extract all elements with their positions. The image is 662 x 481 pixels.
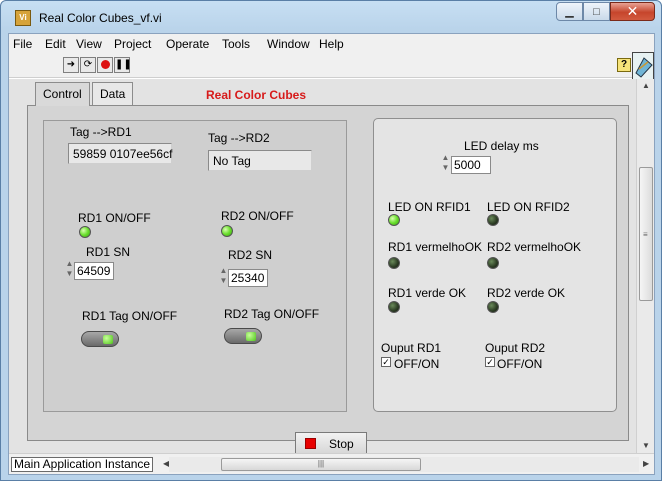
led-on-rfid1-led: [388, 214, 400, 226]
vi-front-panel: File Edit View Project Operate Tools Win…: [8, 33, 655, 475]
output-rd2-checkbox[interactable]: ✓: [485, 357, 495, 367]
close-button[interactable]: ✕: [610, 2, 655, 21]
abort-execution-icon[interactable]: [97, 57, 113, 73]
stop-square-icon: [305, 438, 316, 449]
rd2-verde-label: RD2 verde OK: [487, 286, 566, 300]
rd2-onoff-label: RD2 ON/OFF: [221, 209, 294, 223]
menu-tools[interactable]: Tools: [222, 37, 250, 51]
rd1-verde-label: RD1 verde OK: [388, 286, 467, 300]
horizontal-scroll-thumb[interactable]: |||: [221, 458, 421, 471]
rd2-vermelho-label: RD2 vermelhoOK: [487, 240, 582, 254]
menu-edit[interactable]: Edit: [45, 37, 66, 51]
vertical-scroll-thumb[interactable]: ≡: [639, 167, 653, 301]
scroll-up-icon[interactable]: ▲: [642, 81, 650, 90]
stop-button[interactable]: Stop: [295, 432, 367, 455]
tab-control-body: Tag -->RD1 59859 0107ee56cf Tag -->RD2 N…: [27, 105, 629, 441]
rd1-vermelho-led: [388, 257, 400, 269]
menu-operate[interactable]: Operate: [166, 37, 209, 51]
title-bar[interactable]: Vi Real Color Cubes_vf.vi ▁ □ ✕: [1, 1, 661, 33]
menu-bar: File Edit View Project Operate Tools Win…: [9, 34, 654, 54]
rd2-vermelho-led: [487, 257, 499, 269]
rd1-onoff-label: RD1 ON/OFF: [78, 211, 151, 225]
window-controls: ▁ □ ✕: [556, 2, 655, 21]
labview-vi-icon: Vi: [15, 10, 31, 26]
menu-project[interactable]: Project: [114, 37, 151, 51]
menu-file[interactable]: File: [13, 37, 32, 51]
status-bar: Main Application Instance ◀ ||| ▶: [9, 453, 654, 474]
tab-control[interactable]: Control: [35, 82, 90, 106]
scroll-down-icon[interactable]: ▼: [642, 441, 650, 450]
rd1-sn-input[interactable]: 64509: [74, 262, 114, 280]
toolbar: ➜ ⟳ ❚❚ ?: [9, 52, 654, 80]
led-on-rfid1-label: LED ON RFID1: [388, 200, 471, 214]
window-title: Real Color Cubes_vf.vi: [39, 11, 162, 25]
output-rd2-check-label: OFF/ON: [497, 357, 543, 371]
led-on-rfid2-label: LED ON RFID2: [487, 200, 570, 214]
rd1-tag-toggle[interactable]: [81, 331, 119, 347]
led-delay-spinner[interactable]: ▲ ▼: [441, 153, 450, 175]
run-arrow-icon[interactable]: ➜: [63, 57, 79, 73]
rd2-tag-onoff-label: RD2 Tag ON/OFF: [224, 307, 320, 321]
led-delay-input[interactable]: 5000: [451, 156, 491, 174]
tag-rd2-label: Tag -->RD2: [208, 131, 270, 145]
rd1-tag-onoff-label: RD1 Tag ON/OFF: [82, 309, 178, 323]
vertical-scrollbar[interactable]: ▲ ≡ ▼: [636, 79, 654, 453]
scroll-right-icon[interactable]: ▶: [643, 459, 649, 468]
toggle-led-icon: [246, 332, 256, 341]
rd1-sn-spinner[interactable]: ▲ ▼: [65, 259, 74, 281]
output-rd1-label: Ouput RD1: [381, 341, 442, 355]
application-context[interactable]: Main Application Instance: [11, 457, 154, 472]
rd2-sn-label: RD2 SN: [228, 248, 273, 262]
maximize-button[interactable]: □: [583, 2, 610, 21]
rd1-onoff-led: [79, 226, 91, 238]
tag-rd2-indicator: No Tag: [208, 150, 312, 171]
tag-rd1-indicator: 59859 0107ee56cf: [68, 143, 172, 164]
labview-window: Vi Real Color Cubes_vf.vi ▁ □ ✕ File Edi…: [0, 0, 662, 481]
rd2-onoff-led: [221, 225, 233, 237]
help-icon[interactable]: ?: [617, 58, 631, 72]
rd2-sn-input[interactable]: 25340: [228, 269, 268, 287]
rd1-verde-led: [388, 301, 400, 313]
menu-help[interactable]: Help: [319, 37, 344, 51]
led-on-rfid2-led: [487, 214, 499, 226]
tag-rd1-label: Tag -->RD1: [70, 125, 132, 139]
output-rd2-label: Ouput RD2: [485, 341, 546, 355]
rd1-sn-label: RD1 SN: [86, 245, 131, 259]
run-continuously-icon[interactable]: ⟳: [80, 57, 96, 73]
rd1-vermelho-label: RD1 vermelhoOK: [388, 240, 483, 254]
led-group-box: LED delay ms ▲ ▼ 5000 LED ON RFID1 LED ON…: [373, 118, 617, 412]
minimize-button[interactable]: ▁: [556, 2, 583, 21]
horizontal-scrollbar[interactable]: |||: [169, 457, 639, 472]
menu-window[interactable]: Window: [267, 37, 310, 51]
output-rd1-check-label: OFF/ON: [394, 357, 440, 371]
pause-icon[interactable]: ❚❚: [114, 57, 132, 73]
reader-group-box: Tag -->RD1 59859 0107ee56cf Tag -->RD2 N…: [43, 120, 347, 412]
menu-view[interactable]: View: [76, 37, 102, 51]
rd2-sn-spinner[interactable]: ▲ ▼: [219, 266, 228, 288]
vi-connector-icon: [632, 52, 654, 80]
output-rd1-checkbox[interactable]: ✓: [381, 357, 391, 367]
led-delay-label: LED delay ms: [464, 139, 539, 153]
front-panel-canvas: Control Data Real Color Cubes Tag -->RD1…: [9, 79, 636, 455]
tab-data[interactable]: Data: [92, 82, 134, 105]
toggle-led-icon: [103, 335, 113, 344]
panel-title: Real Color Cubes: [206, 88, 307, 102]
rd2-tag-toggle[interactable]: [224, 328, 262, 344]
rd2-verde-led: [487, 301, 499, 313]
